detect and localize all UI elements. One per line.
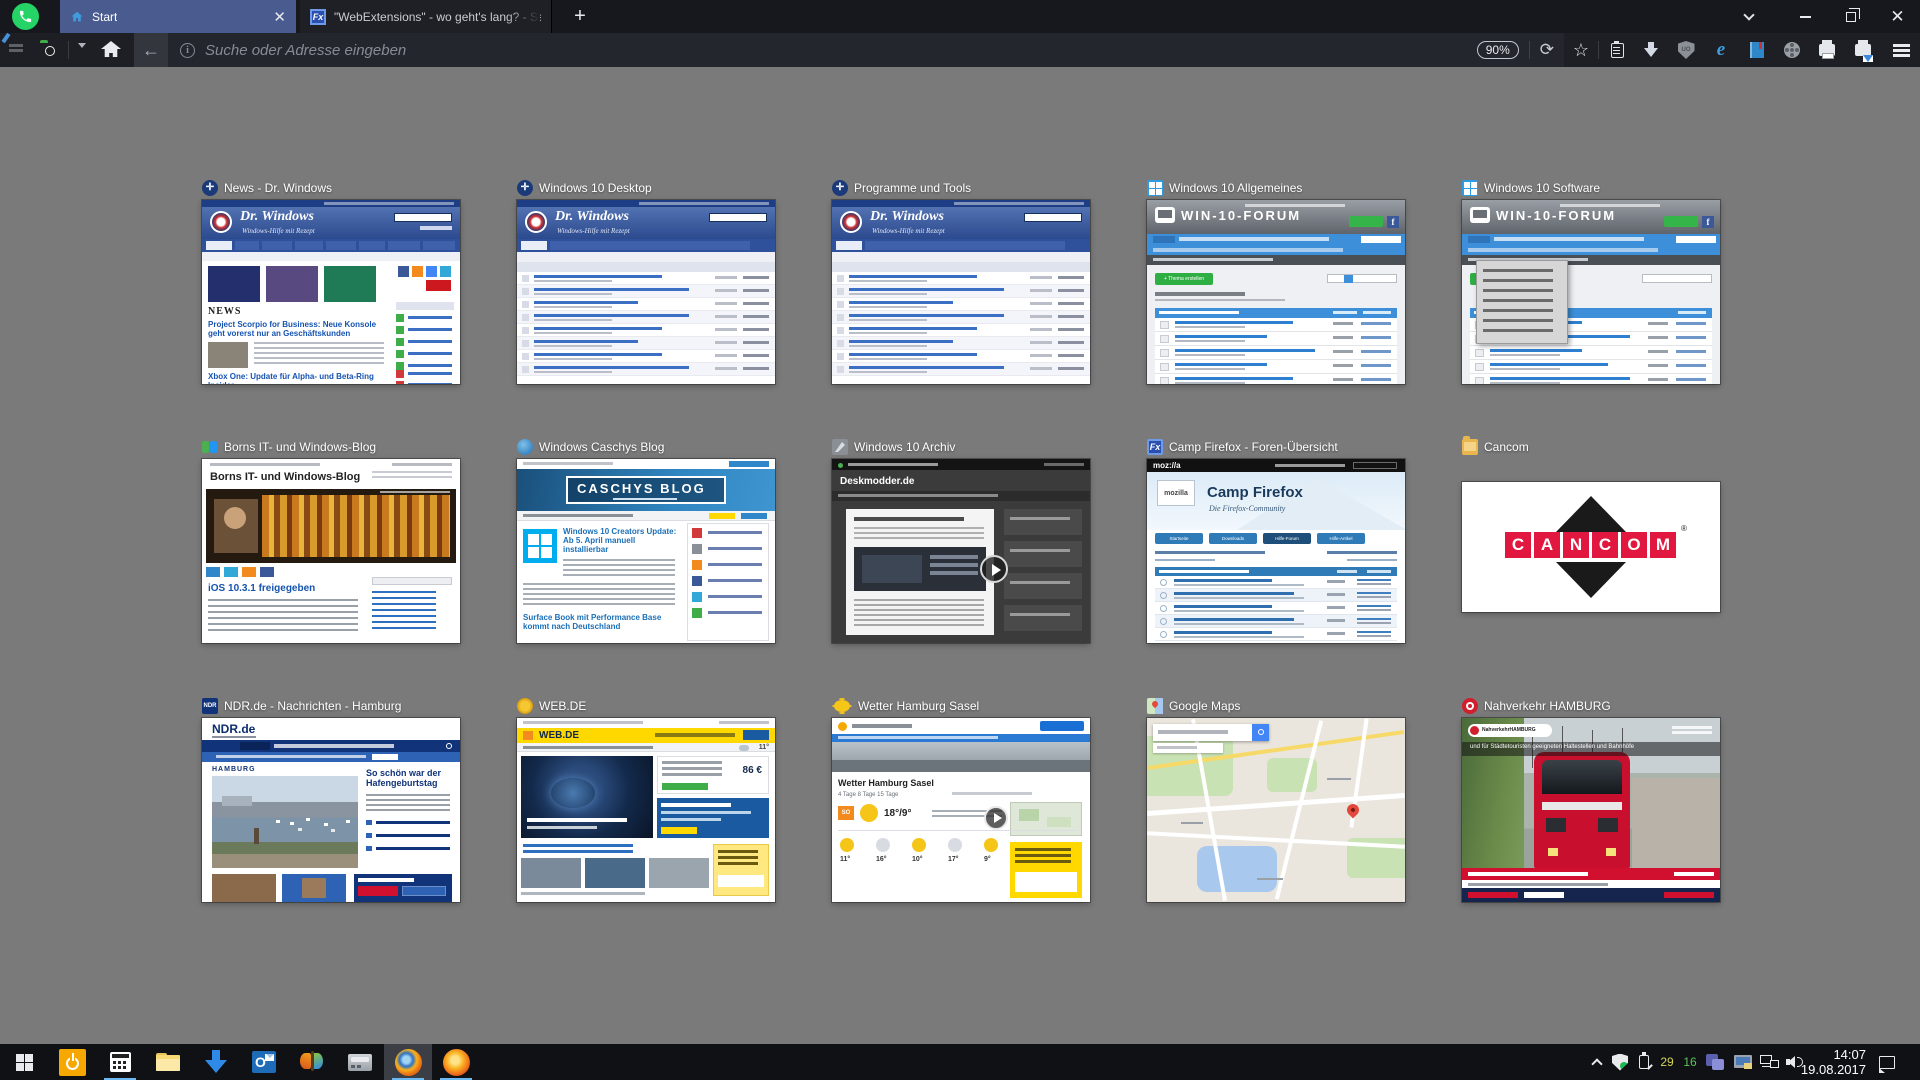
new-tab-button[interactable]: + xyxy=(560,0,600,33)
chevron-down-icon[interactable] xyxy=(78,48,86,66)
thumbnail: Deskmodder.de xyxy=(832,459,1090,643)
thumbnail: CASCHYS BLOG Windows 10 Creators Update:… xyxy=(517,459,775,643)
tray-time: 14:07 xyxy=(1801,1047,1866,1062)
download-arrow-icon[interactable] xyxy=(192,1044,240,1080)
temp-monitor-green[interactable]: 16 xyxy=(1680,1044,1700,1080)
downloads-icon[interactable] xyxy=(1636,33,1666,67)
tile-programme-und-tools[interactable]: ✛Programme und Tools Dr. Windows Windows… xyxy=(832,180,1090,384)
thumbnail: Dr. Windows Windows-Hilfe mit Rezept xyxy=(832,200,1090,384)
search-input[interactable] xyxy=(205,42,1477,59)
thumbnail: WIN-10-FORUM f + Thema erstellen xyxy=(1462,200,1720,384)
back-button[interactable]: ← xyxy=(134,33,168,67)
restore-button[interactable] xyxy=(1828,0,1873,33)
tile-cancom[interactable]: Cancom CANCOM ® xyxy=(1462,439,1720,643)
start-button[interactable] xyxy=(0,1044,48,1080)
tile-windows-10-archiv[interactable]: Windows 10 Archiv Deskmodder.de xyxy=(832,439,1090,643)
tile-webde[interactable]: WEB.DE WEB.DE 11° 86 € xyxy=(517,698,775,902)
refresh-icon[interactable]: ⟳ xyxy=(1540,40,1554,60)
tray-date: 19.08.2017 xyxy=(1801,1062,1866,1077)
tab-close-icon[interactable]: ✕ xyxy=(273,8,286,26)
menu-icon[interactable] xyxy=(1886,33,1916,67)
print-save-icon[interactable] xyxy=(1848,33,1878,67)
tile-nahverkehr-hamburg[interactable]: Nahverkehr HAMBURG NahverkehrHAMBURG und… xyxy=(1462,698,1720,902)
tile-windows-10-allgemeines[interactable]: Windows 10 Allgemeines WIN-10-FORUM f + … xyxy=(1147,180,1405,384)
thumbnail xyxy=(1147,718,1405,902)
tab-bar: Start ✕ Fx "WebExtensions" - wo geht's l… xyxy=(0,0,1920,33)
address-bar: ← i 90% ⟳ xyxy=(134,33,1564,67)
temp-monitor-yellow[interactable]: 29 xyxy=(1656,1044,1678,1080)
tile-windows-10-software[interactable]: Windows 10 Software WIN-10-FORUM f + The… xyxy=(1462,180,1720,384)
calendar-app-icon[interactable] xyxy=(96,1044,144,1080)
ublock-origin-icon[interactable]: UO xyxy=(1671,33,1701,67)
harddisk-app-icon[interactable] xyxy=(336,1044,384,1080)
tile-wetter[interactable]: Wetter Hamburg Sasel Wetter Hamburg Sase… xyxy=(832,698,1090,902)
usb-eject-icon[interactable] xyxy=(1632,1044,1656,1080)
home-favicon xyxy=(70,10,84,23)
taskbar: O 29 16 14:07 19.08.2017 xyxy=(0,1044,1920,1080)
tab-start[interactable]: Start ✕ xyxy=(60,0,296,33)
tray-expand-chevron-icon[interactable] xyxy=(1586,1044,1608,1080)
thumbnail: NahverkehrHAMBURG und für Städtetouriste… xyxy=(1462,718,1720,902)
pc-tray-icon[interactable] xyxy=(1730,1044,1756,1080)
action-center-icon[interactable] xyxy=(1872,1044,1902,1080)
tab-list-chevron-icon[interactable] xyxy=(1726,0,1771,33)
print-icon[interactable] xyxy=(1812,33,1842,67)
close-button[interactable]: ✕ xyxy=(1875,0,1920,33)
info-icon[interactable]: i xyxy=(180,43,195,58)
defender-shield-icon[interactable] xyxy=(1608,1044,1632,1080)
fx-favicon: Fx xyxy=(310,9,326,25)
zoom-badge[interactable]: 90% xyxy=(1477,41,1519,59)
tile-camp-firefox[interactable]: FxCamp Firefox - Foren-Übersicht moz://a… xyxy=(1147,439,1405,643)
power-app-icon[interactable] xyxy=(48,1044,96,1080)
thumbnail: moz://a mozilla Camp Firefox Die Firefox… xyxy=(1147,459,1405,643)
tile-ndr[interactable]: NDRNDR.de - Nachrichten - Hamburg NDR.de… xyxy=(202,698,460,902)
tile-windows-10-desktop[interactable]: ✛Windows 10 Desktop Dr. Windows Windows-… xyxy=(517,180,775,384)
tab-webextensions[interactable]: Fx "WebExtensions" - wo geht's lang? - S… xyxy=(300,0,552,33)
tile-borns-blog[interactable]: Borns IT- und Windows-Blog Borns IT- und… xyxy=(202,439,460,643)
devices-tray-icon[interactable] xyxy=(1702,1044,1728,1080)
thumbnail: Dr. Windows Windows-Hilfe mit Rezept xyxy=(517,200,775,384)
speed-dial-grid: ✛News - Dr. Windows Dr. Windows Windows-… xyxy=(202,180,1720,902)
file-explorer-icon[interactable] xyxy=(144,1044,192,1080)
thumbnail: CANCOM ® xyxy=(1462,459,1720,643)
thumbnail: WEB.DE 11° 86 € xyxy=(517,718,775,902)
tray-clock[interactable]: 14:07 19.08.2017 xyxy=(1801,1047,1866,1077)
whatsapp-icon[interactable] xyxy=(12,3,39,30)
edge-extension-icon[interactable]: e xyxy=(1706,33,1736,67)
thumbnail: WIN-10-FORUM f + Thema erstellen xyxy=(1147,200,1405,384)
firefox-orange-app-icon[interactable] xyxy=(432,1044,480,1080)
thumbnail: Borns IT- und Windows-Blog iOS 10.3.1 fr… xyxy=(202,459,460,643)
minimize-button[interactable] xyxy=(1783,0,1828,33)
thumbnail: Dr. Windows Windows-Hilfe mit Rezept NEW… xyxy=(202,200,460,384)
tile-caschys-blog[interactable]: Windows Caschys Blog CASCHYS BLOG Window… xyxy=(517,439,775,643)
thumbnail: NDR.de HAMBURG So schön war der Hafengeb… xyxy=(202,718,460,902)
reading-list-icon[interactable] xyxy=(1602,33,1632,67)
tile-news-dr-windows[interactable]: ✛News - Dr. Windows Dr. Windows Windows-… xyxy=(202,180,460,384)
dictionary-book-icon[interactable] xyxy=(1742,33,1772,67)
firefox-active-app-icon[interactable] xyxy=(384,1044,432,1080)
tile-google-maps[interactable]: Google Maps xyxy=(1147,698,1405,902)
outlook-icon[interactable]: O xyxy=(240,1044,288,1080)
favorites-star-icon[interactable]: ☆ xyxy=(1566,33,1596,67)
network-tray-icon[interactable] xyxy=(1756,1044,1782,1080)
butterfly-app-icon[interactable] xyxy=(288,1044,336,1080)
tab-title: Start xyxy=(92,10,117,24)
film-reel-icon[interactable] xyxy=(1777,33,1807,67)
thumbnail: Wetter Hamburg Sasel 4 Tage 8 Tage 15 Ta… xyxy=(832,718,1090,902)
